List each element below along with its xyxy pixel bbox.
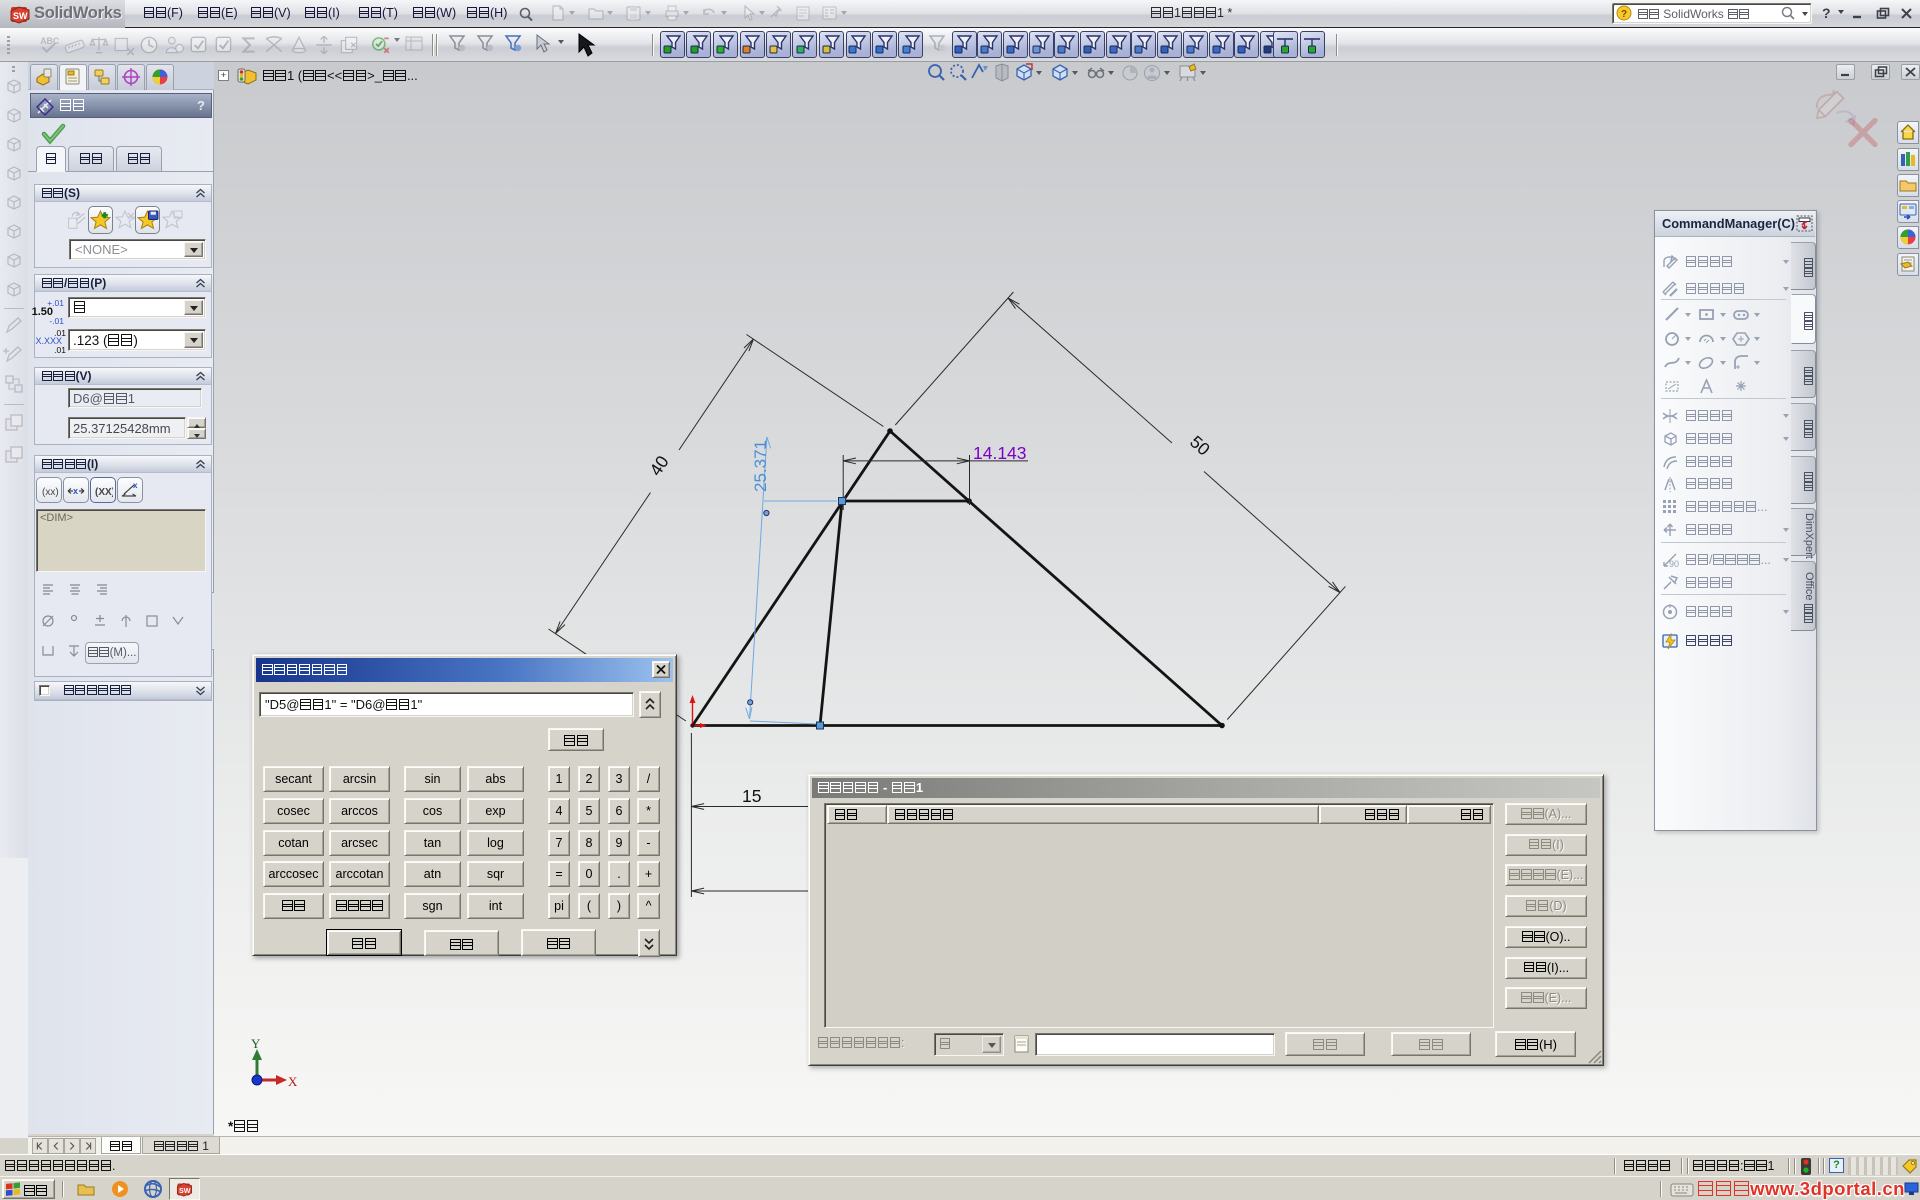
svg-text:?: ?	[1621, 9, 1627, 20]
svg-text:ABC: ABC	[40, 36, 60, 46]
svg-text:x: x	[73, 486, 78, 496]
svg-text:(XX): (XX)	[95, 487, 113, 498]
svg-text:SW: SW	[13, 11, 28, 21]
svg-text:SW: SW	[179, 1187, 191, 1195]
svg-text:(xx): (xx)	[42, 487, 59, 498]
svg-text:x: x	[133, 481, 138, 490]
svg-text:90: 90	[1669, 559, 1679, 569]
